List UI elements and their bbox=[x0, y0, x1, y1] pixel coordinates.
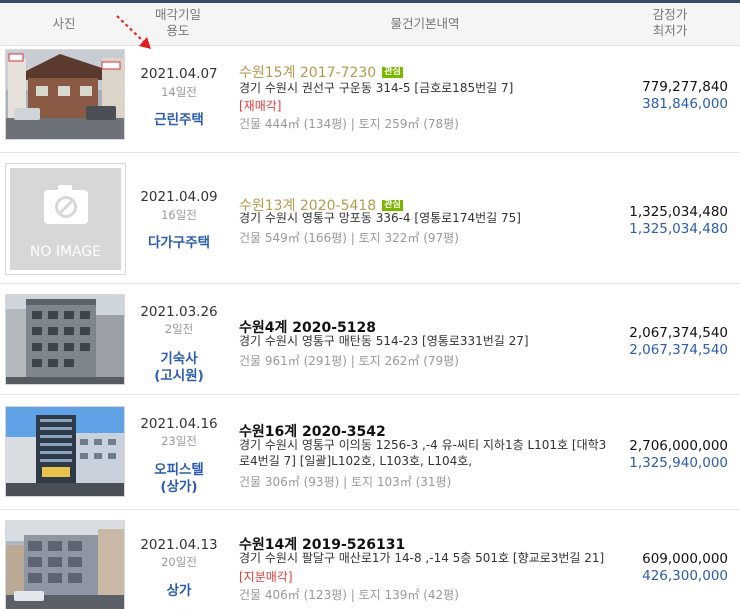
area-info: 건물 406㎡ (123평) | 토지 139㎡ (42평) bbox=[239, 588, 459, 602]
no-image-label: NO IMAGE bbox=[29, 244, 102, 260]
minimum-price: 381,846,000 bbox=[642, 96, 728, 112]
property-photo[interactable]: NO IMAGE bbox=[5, 163, 126, 275]
appraised-price: 2,067,374,540 bbox=[629, 325, 728, 341]
address: 경기 수원시 영통구 매탄동 514-23 [영통로331번길 27] bbox=[239, 334, 529, 348]
address: 경기 수원시 팔달구 매산로1가 14-8 ,-14 5층 501호 [향교로3… bbox=[239, 551, 605, 565]
table-row[interactable]: 2021.04.13 20일전 상가 수원14계 2019-526131 경기 … bbox=[0, 510, 740, 609]
resale-tag: [재매각] bbox=[239, 99, 282, 113]
property-photo[interactable] bbox=[5, 406, 125, 497]
minimum-price: 1,325,940,000 bbox=[629, 455, 728, 471]
address: 경기 수원시 영통구 망포동 336-4 [영통로174번길 75] bbox=[239, 211, 521, 225]
appraised-price: 779,277,840 bbox=[642, 79, 728, 95]
usage-type[interactable]: 오피스텔 (상가) bbox=[133, 462, 225, 496]
sale-date: 2021.03.26 bbox=[140, 304, 218, 320]
area-info: 건물 444㎡ (134평) | 토지 259㎡ (78평) bbox=[239, 117, 459, 131]
header-price: 감정가 최저가 bbox=[630, 7, 710, 39]
usage-type[interactable]: 기숙사 (고시원) bbox=[133, 351, 225, 385]
area-info: 건물 549㎡ (166평) | 토지 322㎡ (97평) bbox=[239, 231, 459, 245]
sale-date: 2021.04.16 bbox=[140, 416, 218, 432]
days-ago: 16일전 bbox=[161, 208, 197, 222]
camera-icon bbox=[44, 185, 88, 224]
property-photo[interactable] bbox=[5, 49, 125, 140]
days-ago: 20일전 bbox=[161, 555, 197, 569]
days-ago: 14일전 bbox=[161, 85, 197, 99]
sale-date: 2021.04.07 bbox=[140, 66, 218, 82]
usage-type[interactable]: 다가구주택 bbox=[133, 235, 225, 252]
address: 경기 수원시 권선구 구운동 314-5 [금호로185번길 7] bbox=[239, 81, 514, 95]
header-info: 물건기본내역 bbox=[390, 16, 460, 31]
table-row[interactable]: 2021.04.07 14일전 근린주택 수원15계 2017-7230 관심 경… bbox=[0, 46, 740, 153]
table-row[interactable]: 2021.03.26 2일전 기숙사 (고시원) 수원4계 2020-5128 … bbox=[0, 284, 740, 395]
usage-type-line2[interactable]: (고시원) bbox=[133, 368, 225, 385]
usage-type[interactable]: 근린주택 bbox=[133, 112, 225, 129]
table-row[interactable]: NO IMAGE 2021.04.09 16일전 다가구주택 수원13계 202… bbox=[0, 153, 740, 284]
header-photo: 사진 bbox=[52, 16, 76, 31]
property-photo[interactable] bbox=[5, 520, 125, 609]
table-row[interactable]: 2021.04.16 23일전 오피스텔 (상가) 수원16계 2020-354… bbox=[0, 395, 740, 510]
property-photo[interactable] bbox=[5, 294, 125, 385]
minimum-price: 2,067,374,540 bbox=[629, 342, 728, 358]
address: 경기 수원시 영통구 이의동 1256-3 ,-4 유-씨티 지하1층 L101… bbox=[239, 438, 607, 468]
usage-type-line1[interactable]: 오피스텔 bbox=[133, 462, 225, 479]
no-image-placeholder: NO IMAGE bbox=[10, 168, 121, 270]
table-header: 사진 매각기일 용도 물건기본내역 감정가 최저가 bbox=[0, 3, 740, 46]
header-min-price: 최저가 bbox=[652, 23, 688, 38]
days-ago: 23일전 bbox=[161, 434, 197, 448]
header-appraised: 감정가 bbox=[652, 7, 688, 22]
sale-date: 2021.04.09 bbox=[140, 189, 218, 205]
area-info: 건물 306㎡ (93평) | 토지 103㎡ (31평) bbox=[239, 475, 452, 489]
usage-type[interactable]: 상가 bbox=[133, 583, 225, 600]
minimum-price: 1,325,034,480 bbox=[629, 221, 728, 237]
sale-date: 2021.04.13 bbox=[140, 537, 218, 553]
red-arrow-annotation bbox=[116, 15, 151, 49]
minimum-price: 426,300,000 bbox=[642, 568, 728, 584]
usage-type-line2[interactable]: (상가) bbox=[133, 479, 225, 496]
share-sale-tag: [지분매각] bbox=[239, 570, 293, 584]
days-ago: 2일전 bbox=[164, 322, 194, 336]
case-number[interactable]: 수원15계 2017-7230 관심 bbox=[239, 62, 403, 82]
appraised-price: 1,325,034,480 bbox=[629, 204, 728, 220]
appraised-price: 2,706,000,000 bbox=[629, 438, 728, 454]
appraised-price: 609,000,000 bbox=[642, 551, 728, 567]
interest-badge: 관심 bbox=[382, 67, 403, 78]
area-info: 건물 961㎡ (291평) | 토지 262㎡ (79평) bbox=[239, 354, 459, 368]
usage-type-line1[interactable]: 기숙사 bbox=[133, 351, 225, 368]
case-number-text[interactable]: 수원15계 2017-7230 bbox=[239, 65, 376, 81]
